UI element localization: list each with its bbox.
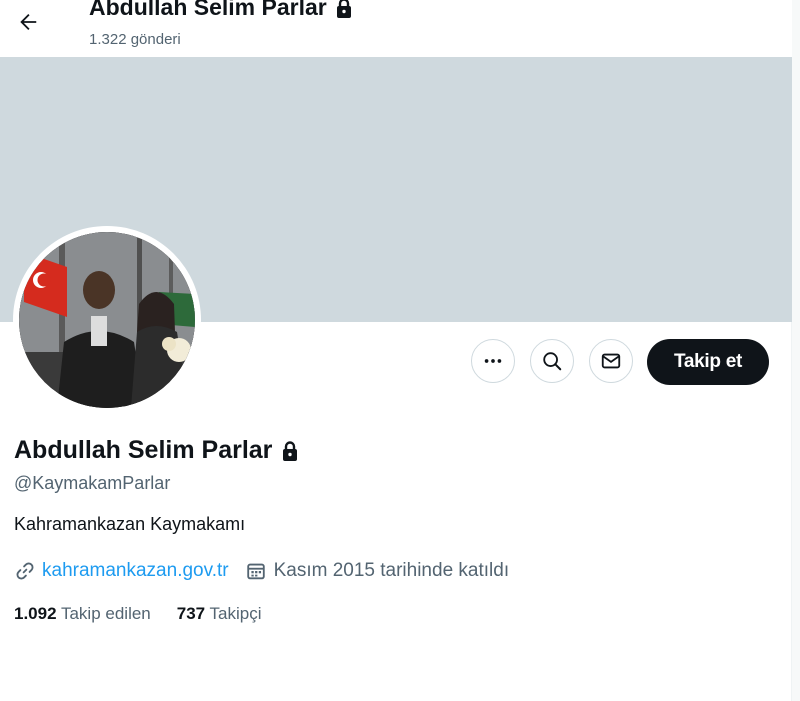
mail-icon: [601, 353, 621, 369]
profile-meta: kahramankazan.gov.tr Kasım 2015 tarihind…: [14, 560, 509, 582]
back-button[interactable]: [14, 8, 42, 36]
scrollbar-track[interactable]: [791, 0, 800, 701]
avatar-photo: [19, 232, 195, 408]
profile-website-link[interactable]: kahramankazan.gov.tr: [42, 560, 229, 582]
lock-icon: [336, 0, 351, 18]
profile-counts: 1.092 Takip edilen 737 Takipçi: [14, 604, 262, 624]
calendar-icon: [246, 563, 265, 580]
profile-header-bar: Abdullah Selim Parlar 1.322 gönderi: [0, 0, 792, 57]
profile-avatar[interactable]: [13, 226, 201, 414]
profile-name-text: Abdullah Selim Parlar: [14, 436, 273, 464]
profile-handle: @KaymakamParlar: [14, 473, 171, 493]
link-icon: [16, 562, 34, 580]
followers-count: 737: [176, 604, 206, 623]
arrow-left-icon: [20, 14, 37, 30]
profile-bio: Kahramankazan Kaymakamı: [14, 514, 246, 534]
header-title: Abdullah Selim Parlar: [89, 0, 354, 21]
search-icon: [543, 352, 562, 371]
following-count: 1.092: [14, 604, 57, 623]
message-button[interactable]: [589, 339, 633, 383]
profile-joined-date: Kasım 2015 tarihinde katıldı: [273, 560, 510, 581]
follow-button[interactable]: Takip et: [647, 339, 769, 385]
header-title-text: Abdullah Selim Parlar: [89, 0, 327, 20]
more-button[interactable]: [471, 339, 515, 383]
post-count: 1.322 gönderi: [89, 31, 181, 48]
followers-label: Takipçi: [209, 604, 262, 623]
profile-name: Abdullah Selim Parlar: [14, 436, 300, 465]
following-label: Takip edilen: [60, 604, 151, 623]
following-link[interactable]: 1.092 Takip edilen: [14, 604, 151, 624]
lock-icon: [283, 440, 298, 461]
more-horizontal-icon: [484, 359, 502, 363]
search-profile-button[interactable]: [530, 339, 574, 383]
followers-link[interactable]: 737 Takipçi: [177, 604, 262, 624]
